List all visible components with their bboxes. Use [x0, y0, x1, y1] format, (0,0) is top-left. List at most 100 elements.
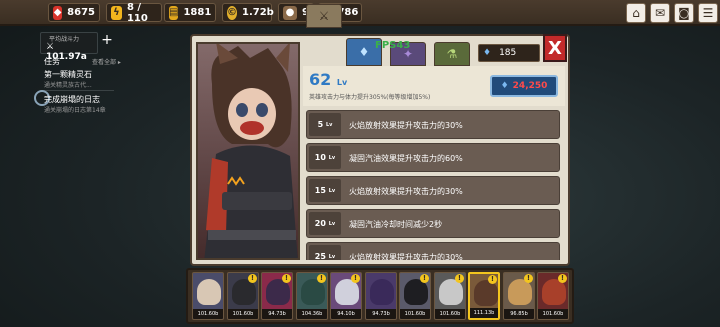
- resource-value: 8 / 110: [126, 1, 148, 24]
- energy-icon: ϟ: [111, 5, 122, 20]
- hero-card[interactable]: ! 94.10b: [330, 272, 362, 320]
- alert-icon: !: [282, 274, 291, 283]
- resource-coin[interactable]: © 1.72b: [222, 3, 274, 22]
- close-icon: X: [548, 37, 562, 59]
- row-text: 凝固汽油效果提升攻击力的60%: [349, 154, 463, 163]
- alert-icon: !: [420, 274, 429, 283]
- alert-icon: !: [524, 274, 533, 283]
- list-item: 10 Lv 凝固汽油效果提升攻击力的60%: [306, 143, 560, 172]
- skill-level: 62 Lv: [309, 70, 348, 89]
- menu-icon: ☰: [702, 6, 714, 20]
- camera-icon: ◙: [678, 6, 690, 20]
- list-item: 25 Lv 火焰放射效果提升攻击力的30%: [306, 242, 560, 260]
- row-level: 15 Lv: [309, 179, 341, 202]
- potion-icon: ⚗: [446, 47, 458, 61]
- row-level: 5 Lv: [309, 113, 341, 136]
- tab-potion[interactable]: ⚗: [434, 42, 470, 66]
- task-desc: 通关崩塌的日志第14章: [44, 107, 106, 114]
- task-title: 任务: [44, 57, 60, 66]
- alert-icon: !: [248, 274, 257, 283]
- resource-value: 1.72b: [242, 7, 274, 18]
- hero-avatar: [370, 279, 394, 305]
- add-button[interactable]: +: [100, 32, 114, 48]
- row-level: 25 Lv: [309, 245, 341, 260]
- gem-icon: ◆: [53, 5, 63, 20]
- hero-power: 101.60b: [193, 309, 223, 319]
- alert-icon: !: [558, 274, 567, 283]
- menu-button[interactable]: ☰: [698, 3, 718, 23]
- hero-card[interactable]: ! 101.60b: [227, 272, 259, 320]
- hero-card[interactable]: ! 101.60b: [399, 272, 431, 320]
- swords-icon: ⚔: [46, 42, 55, 52]
- coin-icon: ©: [227, 5, 237, 20]
- camera-button[interactable]: ◙: [674, 3, 694, 23]
- close-button[interactable]: X: [543, 34, 567, 62]
- resource-value: 8675: [67, 7, 95, 18]
- mail-button[interactable]: ✉: [650, 3, 670, 23]
- skill-desc: 英雄攻击力与体力提升305%(每等级增加5%): [309, 94, 431, 101]
- row-text: 火焰放射效果提升攻击力的30%: [349, 253, 463, 260]
- tab-weapon[interactable]: ⚔: [306, 4, 342, 28]
- view-all-link[interactable]: 查看全部 ▸: [92, 57, 121, 66]
- crystal-count-value: 185: [499, 48, 517, 58]
- task-desc: 通关精灵族古代...: [44, 82, 92, 89]
- hero-power: 104.36b: [297, 309, 327, 319]
- row-level: 10 Lv: [309, 146, 341, 169]
- list-item: 20 Lv 凝固汽油冷却时间减少2秒: [306, 209, 560, 238]
- mail-icon: ✉: [654, 6, 666, 20]
- list-item: 15 Lv 火焰放射效果提升攻击力的30%: [306, 176, 560, 205]
- hero-power: 96.85b: [504, 309, 534, 319]
- crystal-count: ♦ 185: [478, 44, 540, 62]
- home-button[interactable]: ⌂: [626, 3, 646, 23]
- hero-card[interactable]: ! 96.85b: [503, 272, 535, 320]
- crystal-icon: ♦: [358, 45, 370, 59]
- hero-power: 111.13b: [470, 308, 498, 318]
- hero-power: 94.73b: [366, 309, 396, 319]
- hero-art: [198, 44, 298, 258]
- swords-icon: ⚔: [318, 9, 330, 23]
- hero-power: 101.60b: [400, 309, 430, 319]
- resource-gem[interactable]: ◆ 8675: [48, 3, 100, 22]
- crystal-icon: ♦: [500, 81, 509, 91]
- upgrade-button[interactable]: ♦ 24,250: [490, 75, 558, 97]
- divider: [44, 90, 114, 91]
- ore-icon: ●: [283, 5, 297, 20]
- task-name[interactable]: 完成崩塌的日志: [44, 94, 100, 105]
- ticket-icon: ▤: [169, 5, 179, 20]
- alert-icon: !: [455, 274, 464, 283]
- hero-card[interactable]: ! 101.60b: [537, 272, 569, 320]
- fps-counter: FPS43: [375, 40, 411, 51]
- alert-icon: !: [351, 274, 360, 283]
- row-level: 20 Lv: [309, 212, 341, 235]
- task-name[interactable]: 第一颗精灵石: [44, 69, 92, 80]
- list-item: 5 Lv 火焰放射效果提升攻击力的30%: [306, 110, 560, 139]
- power-box: 平均战斗力 ⚔ 101.97a: [40, 32, 98, 62]
- upgrade-cost: 24,250: [512, 81, 548, 91]
- row-text: 凝固汽油冷却时间减少2秒: [349, 220, 443, 229]
- crystal-icon: ♦: [483, 48, 492, 58]
- hero-card[interactable]: ! 101.60b: [434, 272, 466, 320]
- hero-card[interactable]: ! 94.73b: [261, 272, 293, 320]
- hero-card[interactable]: ! 104.36b: [296, 272, 328, 320]
- resource-value: 1881: [183, 7, 212, 18]
- hero-power: 94.10b: [331, 309, 361, 319]
- hero-avatar: [197, 279, 221, 305]
- upgrade-list[interactable]: 5 Lv 火焰放射效果提升攻击力的30% 10 Lv 凝固汽油效果提升攻击力的6…: [304, 108, 562, 260]
- alert-icon: !: [317, 274, 326, 283]
- home-icon: ⌂: [632, 6, 640, 20]
- hero-power: 94.73b: [262, 309, 292, 319]
- hero-card[interactable]: ! 111.13b: [468, 272, 500, 320]
- hero-power: 101.60b: [435, 309, 465, 319]
- hero-power: 101.60b: [538, 309, 568, 319]
- row-text: 火焰放射效果提升攻击力的30%: [349, 121, 463, 130]
- resource-ticket[interactable]: ▤ 1881: [164, 3, 216, 22]
- hero-card[interactable]: 94.73b: [365, 272, 397, 320]
- row-text: 火焰放射效果提升攻击力的30%: [349, 187, 463, 196]
- resource-energy[interactable]: ϟ 8 / 110: [106, 1, 162, 24]
- hero-card[interactable]: 101.60b: [192, 272, 224, 320]
- resource-bar: ◆ 8675 ϟ 8 / 110 ▤ 1881 © 1.72b ● 9 ▥ 78…: [0, 0, 720, 26]
- hero-power: 101.60b: [228, 309, 258, 319]
- hero-portrait: [196, 42, 300, 260]
- hero-avatar: [474, 280, 498, 306]
- alert-icon: !: [488, 275, 497, 284]
